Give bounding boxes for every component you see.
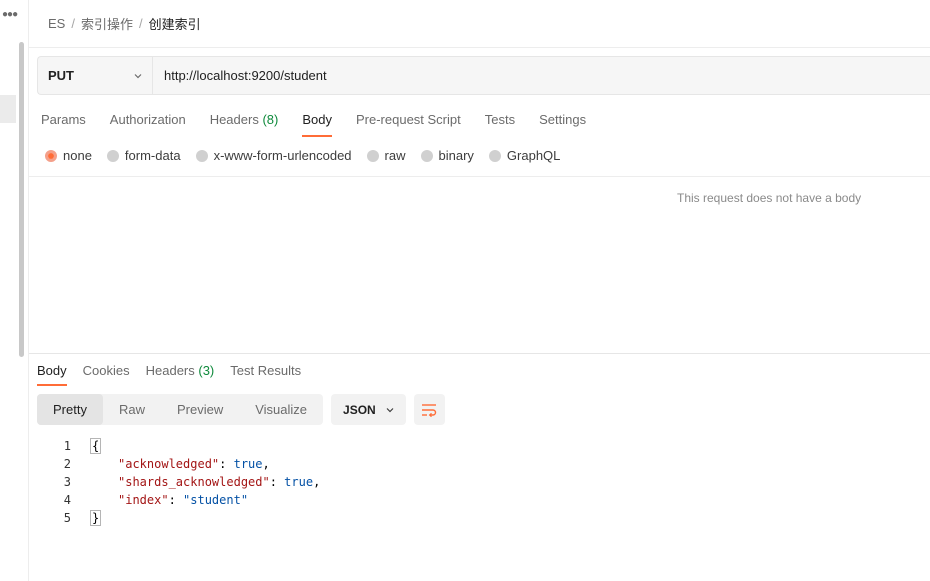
json-punct: , — [313, 475, 321, 489]
divider — [29, 176, 930, 177]
tab-label: Settings — [539, 112, 587, 127]
body-type-radio-group: none form-data x-www-form-urlencoded raw… — [45, 148, 575, 163]
json-value: "student" — [183, 493, 249, 507]
code-line: 3 "shards_acknowledged": true, — [37, 473, 321, 491]
view-pretty-button[interactable]: Pretty — [37, 394, 103, 425]
line-number: 4 — [63, 493, 71, 507]
view-raw-button[interactable]: Raw — [103, 394, 161, 425]
wrap-lines-button[interactable] — [413, 394, 445, 425]
response-tab-cookies[interactable]: Cookies — [83, 362, 130, 386]
chevron-down-icon — [134, 73, 142, 78]
response-code-view[interactable]: 1 { 2 "acknowledged": true, 3 "shards_ac… — [37, 437, 320, 527]
response-tabs: Body Cookies Headers (3) Test Results — [37, 362, 317, 386]
code-line: 4 "index": "student" — [37, 491, 320, 509]
body-type-raw[interactable]: raw — [366, 148, 406, 163]
close-brace: } — [90, 510, 102, 526]
body-type-form-data[interactable]: form-data — [106, 148, 181, 163]
response-tab-body[interactable]: Body — [37, 362, 67, 386]
response-tab-headers[interactable]: Headers (3) — [146, 362, 215, 386]
body-type-urlencoded[interactable]: x-www-form-urlencoded — [195, 148, 352, 163]
tab-label: Test Results — [230, 363, 302, 378]
body-type-none[interactable]: none — [45, 148, 92, 163]
no-body-message: This request does not have a body — [677, 191, 862, 205]
url-input[interactable]: http://localhost:9200/student — [153, 57, 327, 94]
breadcrumb: ES / 索引操作 / 创建索引 — [48, 14, 201, 32]
line-number: 1 — [63, 439, 71, 453]
request-tabs: Params Authorization Headers (8) Body Pr… — [41, 111, 610, 137]
radio[interactable] — [195, 149, 208, 162]
tab-body[interactable]: Body — [302, 111, 332, 137]
breadcrumb-separator: / — [138, 15, 143, 31]
response-toolbar: Pretty Raw Preview Visualize JSON — [37, 394, 445, 425]
response-tab-test-results[interactable]: Test Results — [230, 362, 301, 386]
tab-tests[interactable]: Tests — [485, 111, 515, 137]
line-number: 5 — [63, 511, 71, 525]
code-line: 2 "acknowledged": true, — [37, 455, 320, 473]
left-sidebar: ●●● — [0, 0, 29, 581]
tab-label: Params — [41, 112, 86, 127]
tab-label: Headers — [145, 363, 195, 378]
radio-checked[interactable] — [45, 149, 57, 162]
radio[interactable] — [488, 149, 501, 162]
radio[interactable] — [106, 149, 119, 162]
radio-label: none — [63, 148, 92, 163]
radio-label: raw — [384, 148, 406, 163]
radio-label: form-data — [124, 148, 181, 163]
chevron-down-icon — [386, 407, 394, 412]
tab-label: Tests — [484, 112, 516, 127]
method-label: PUT — [48, 68, 74, 83]
response-divider[interactable] — [29, 353, 930, 354]
tab-params[interactable]: Params — [41, 111, 86, 137]
breadcrumb-item-folder[interactable]: 索引操作 — [81, 14, 133, 33]
format-label: JSON — [343, 402, 376, 417]
json-value: true — [284, 475, 314, 489]
breadcrumb-item-request[interactable]: 创建索引 — [149, 14, 201, 33]
view-visualize-button[interactable]: Visualize — [239, 394, 323, 425]
radio-label: x-www-form-urlencoded — [213, 148, 352, 163]
sidebar-scrollbar[interactable] — [19, 42, 24, 357]
tab-pre-request-script[interactable]: Pre-request Script — [356, 111, 461, 137]
code-line: 1 { — [37, 437, 320, 455]
open-brace: { — [90, 438, 102, 454]
tab-label: Cookies — [82, 363, 130, 378]
method-select[interactable]: PUT — [38, 57, 153, 94]
request-url-bar: PUT http://localhost:9200/student — [37, 56, 930, 95]
json-punct: , — [262, 457, 270, 471]
headers-count: (8) — [262, 112, 279, 127]
tab-label: Body — [302, 112, 332, 127]
radio[interactable] — [420, 149, 433, 162]
breadcrumb-item-es[interactable]: ES — [48, 16, 65, 31]
line-number: 2 — [63, 457, 71, 471]
tab-label: Headers — [209, 112, 259, 127]
tab-label: Body — [37, 363, 67, 378]
response-headers-count: (3) — [198, 363, 215, 378]
tab-label: Authorization — [109, 112, 186, 127]
tab-settings[interactable]: Settings — [539, 111, 586, 137]
divider — [29, 47, 930, 48]
body-type-graphql[interactable]: GraphQL — [488, 148, 561, 163]
json-value: true — [233, 457, 263, 471]
wrap-lines-icon — [422, 403, 437, 417]
radio[interactable] — [366, 149, 379, 162]
tab-label: Pre-request Script — [355, 112, 461, 127]
body-type-binary[interactable]: binary — [420, 148, 474, 163]
view-preview-button[interactable]: Preview — [161, 394, 239, 425]
format-select[interactable]: JSON — [331, 394, 406, 425]
more-dots-icon[interactable]: ●●● — [2, 10, 18, 20]
line-number: 3 — [63, 475, 71, 489]
radio-label: GraphQL — [506, 148, 561, 163]
sidebar-selected-item[interactable] — [0, 95, 16, 123]
json-key: "shards_acknowledged" — [118, 475, 270, 489]
code-line: 5 } — [37, 509, 320, 527]
view-mode-group: Pretty Raw Preview Visualize — [37, 394, 324, 425]
breadcrumb-separator: / — [71, 15, 75, 31]
tab-authorization[interactable]: Authorization — [110, 111, 186, 137]
radio-label: binary — [438, 148, 474, 163]
tab-headers[interactable]: Headers (8) — [210, 111, 279, 137]
json-key: "acknowledged" — [118, 457, 220, 471]
json-key: "index" — [118, 493, 169, 507]
